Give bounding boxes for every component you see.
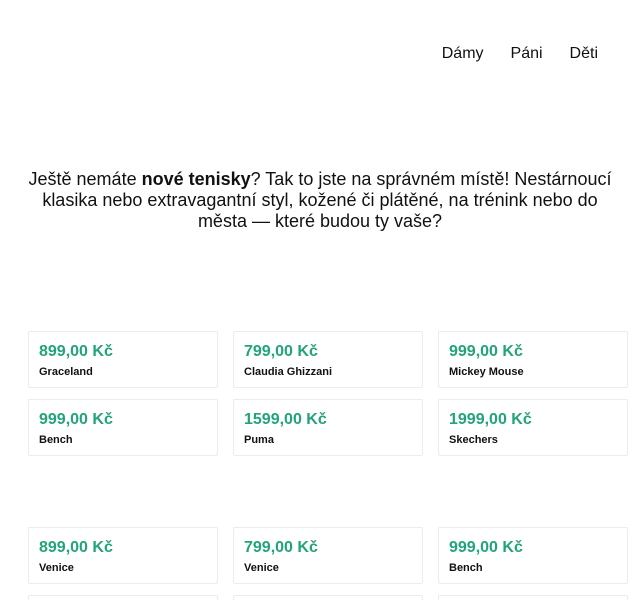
product-card[interactable]: 1999,00 Kč Skechers [438,399,628,456]
product-price: 899,00 Kč [39,343,113,360]
product-card[interactable]: 799,00 Kč Claudia Ghizzani [233,331,423,388]
intro-text-bold: nové tenisky [141,169,251,189]
product-card[interactable]: 899,00 Kč Venice [28,527,218,584]
product-price: 1599,00 Kč [244,411,327,428]
product-brand: Puma [244,434,274,446]
product-price: 1999,00 Kč [449,411,532,428]
product-brand: Bench [449,562,483,574]
nav-link-pani[interactable]: Páni [511,45,543,63]
product-price: 999,00 Kč [449,343,523,360]
nav-link-damy[interactable]: Dámy [442,45,484,63]
product-grid-1: 899,00 Kč Graceland 799,00 Kč Claudia Gh… [28,331,628,456]
product-brand: Graceland [39,366,93,378]
product-brand: Claudia Ghizzani [244,366,333,378]
product-price: 999,00 Kč [449,539,523,556]
product-brand: Bench [39,434,73,446]
product-brand: Venice [39,562,74,574]
product-price: 799,00 Kč [244,343,318,360]
page: Dámy Páni Děti Ještě nemáte nové tenisky… [0,0,640,600]
product-price: 899,00 Kč [39,539,113,556]
product-card[interactable]: 999,00 Kč Bench [28,399,218,456]
product-price: 799,00 Kč [244,539,318,556]
product-grid-2: 899,00 Kč Venice 799,00 Kč Venice 999,00… [28,527,628,600]
product-card-partial[interactable] [233,595,423,600]
product-card[interactable]: 999,00 Kč Mickey Mouse [438,331,628,388]
product-card-partial[interactable] [28,595,218,600]
product-brand: Mickey Mouse [449,366,524,378]
intro-text-part1: Ještě nemáte [28,169,142,189]
product-price: 999,00 Kč [39,411,113,428]
product-brand: Skechers [449,434,498,446]
product-brand: Venice [244,562,279,574]
product-card[interactable]: 799,00 Kč Venice [233,527,423,584]
main-nav: Dámy Páni Děti [415,45,598,63]
product-card[interactable]: 899,00 Kč Graceland [28,331,218,388]
nav-link-deti[interactable]: Děti [570,45,598,63]
product-card-partial[interactable] [438,595,628,600]
product-card[interactable]: 1599,00 Kč Puma [233,399,423,456]
intro-text: Ještě nemáte nové tenisky? Tak to jste n… [20,169,620,232]
product-card[interactable]: 999,00 Kč Bench [438,527,628,584]
